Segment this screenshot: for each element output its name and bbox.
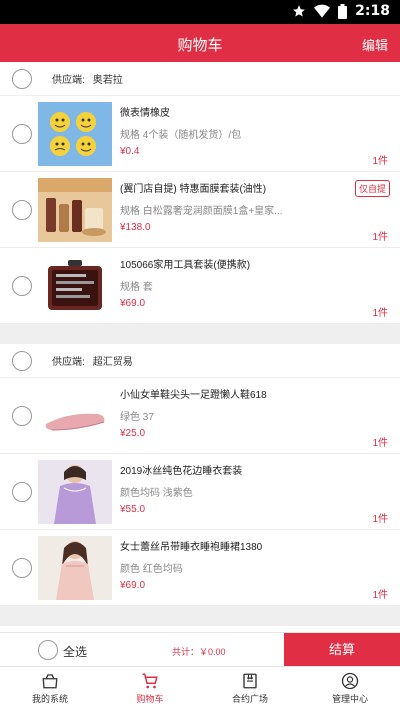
- edit-button[interactable]: 编辑: [362, 35, 388, 54]
- tab-label: 合约广场: [231, 694, 268, 704]
- product-name[interactable]: 微表情橡皮: [120, 104, 350, 119]
- pickup-only-badge: 仅自提: [354, 180, 390, 197]
- product-image[interactable]: [38, 254, 112, 318]
- product-spec: 规格 4个装（随机发货）/包: [120, 130, 242, 141]
- product-quantity: 1件: [372, 156, 388, 167]
- supplier-group: 供应端: 超汇贸易 小仙女单鞋尖头一足蹬懒人鞋618 绿色 37 ¥25.0 1…: [0, 344, 400, 606]
- star-icon: [293, 5, 306, 17]
- item-select-radio[interactable]: [12, 200, 32, 220]
- product-price: ¥138.0: [120, 222, 151, 233]
- cart-total: 共计：￥0.00: [172, 647, 226, 657]
- tab-label: 我的系统: [31, 694, 68, 704]
- product-price: ¥25.0: [120, 428, 146, 439]
- cart-action-bar: 全选 共计：￥0.00 结算: [0, 632, 400, 667]
- product-quantity: 1件: [372, 514, 388, 525]
- tab-my-system[interactable]: 我的系统: [0, 667, 100, 711]
- supplier-label: 供应端:: [52, 357, 85, 368]
- cart-item[interactable]: 女士蕾丝吊带睡衣睡袍睡裙1380 颜色 红色均码 ¥69.0 1件: [0, 530, 400, 606]
- supplier-header: 供应端: 奥若拉: [0, 62, 400, 96]
- product-quantity: 1件: [372, 590, 388, 601]
- item-select-radio[interactable]: [12, 482, 32, 502]
- cart-item[interactable]: 2019冰丝纯色花边睡衣套装 颜色均码 浅紫色 ¥55.0 1件: [0, 454, 400, 530]
- product-quantity: 1件: [372, 308, 388, 319]
- product-price: ¥69.0: [120, 298, 146, 309]
- tab-management-center[interactable]: 管理中心: [300, 667, 400, 711]
- cart-item[interactable]: 小仙女单鞋尖头一足蹬懒人鞋618 绿色 37 ¥25.0 1件: [0, 378, 400, 454]
- checkout-button[interactable]: 结算: [284, 633, 400, 667]
- battery-icon: [338, 3, 348, 19]
- wifi-icon: [314, 4, 331, 18]
- cart-item[interactable]: 105066家用工具套装(便携款) 规格 套 ¥69.0 1件: [0, 248, 400, 324]
- cart-item[interactable]: (翼门店自提) 特惠面膜套装(油性) 仅自提 规格 白松露奢宠润颜面膜1盒+皇家…: [0, 172, 400, 248]
- user-icon: [341, 672, 359, 690]
- tab-label: 管理中心: [331, 694, 368, 704]
- cart-item[interactable]: 微表情橡皮 规格 4个装（随机发货）/包 ¥0.4 1件: [0, 96, 400, 172]
- group-divider: [0, 606, 400, 626]
- cart-icon: [142, 673, 158, 689]
- product-price: ¥0.4: [120, 146, 140, 157]
- product-name[interactable]: 女士蕾丝吊带睡衣睡袍睡裙1380: [120, 538, 350, 553]
- product-name[interactable]: 2019冰丝纯色花边睡衣套装: [120, 462, 350, 477]
- supplier-select-radio[interactable]: [12, 68, 32, 89]
- supplier-label: 供应端:: [52, 75, 85, 86]
- system-icon: [42, 674, 58, 689]
- select-all-radio[interactable]: [38, 640, 58, 660]
- product-spec: 规格 白松露奢宠润颜面膜1盒+皇家...: [120, 206, 283, 217]
- product-spec: 绿色 37: [120, 412, 154, 423]
- tab-contract-plaza[interactable]: 合约广场: [200, 667, 300, 711]
- supplier-name: 超汇贸易: [92, 357, 133, 368]
- product-price: ¥55.0: [120, 504, 146, 515]
- tab-label: 购物车: [136, 694, 164, 704]
- product-image[interactable]: [38, 384, 112, 448]
- product-image[interactable]: [38, 536, 112, 600]
- product-quantity: 1件: [372, 232, 388, 243]
- header: 购物车 编辑: [0, 24, 400, 62]
- group-divider: [0, 324, 400, 344]
- product-spec: 规格 套: [120, 282, 153, 293]
- product-name[interactable]: (翼门店自提) 特惠面膜套装(油性): [120, 180, 350, 195]
- supplier-select-radio[interactable]: [12, 350, 32, 371]
- bottom-tab-bar: 我的系统 购物车 合约广场 管理中心: [0, 666, 400, 711]
- supplier-group: 供应端: 奥若拉 微表情橡皮 规格 4个装（随机发货）/包 ¥0.4 1件 (翼…: [0, 62, 400, 324]
- item-select-radio[interactable]: [12, 276, 32, 296]
- contract-icon: [243, 673, 257, 689]
- cart-list[interactable]: 供应端: 奥若拉 微表情橡皮 规格 4个装（随机发货）/包 ¥0.4 1件 (翼…: [0, 62, 400, 632]
- status-time: 2:18: [355, 3, 390, 19]
- product-image[interactable]: [38, 102, 112, 166]
- supplier-header: 供应端: 超汇贸易: [0, 344, 400, 378]
- status-bar: 2:18: [0, 0, 400, 24]
- select-all-label[interactable]: 全选: [63, 643, 87, 660]
- product-image[interactable]: [38, 178, 112, 242]
- item-select-radio[interactable]: [12, 124, 32, 144]
- product-spec: 颜色均码 浅紫色: [120, 488, 193, 499]
- product-name[interactable]: 小仙女单鞋尖头一足蹬懒人鞋618: [120, 386, 350, 401]
- product-price: ¥69.0: [120, 580, 146, 591]
- page-title: 购物车: [177, 37, 223, 54]
- product-name[interactable]: 105066家用工具套装(便携款): [120, 256, 350, 271]
- item-select-radio[interactable]: [12, 558, 32, 578]
- supplier-name: 奥若拉: [92, 75, 123, 86]
- item-select-radio[interactable]: [12, 406, 32, 426]
- product-quantity: 1件: [372, 438, 388, 449]
- tab-cart[interactable]: 购物车: [100, 667, 200, 711]
- product-image[interactable]: [38, 460, 112, 524]
- product-spec: 颜色 红色均码: [120, 564, 183, 575]
